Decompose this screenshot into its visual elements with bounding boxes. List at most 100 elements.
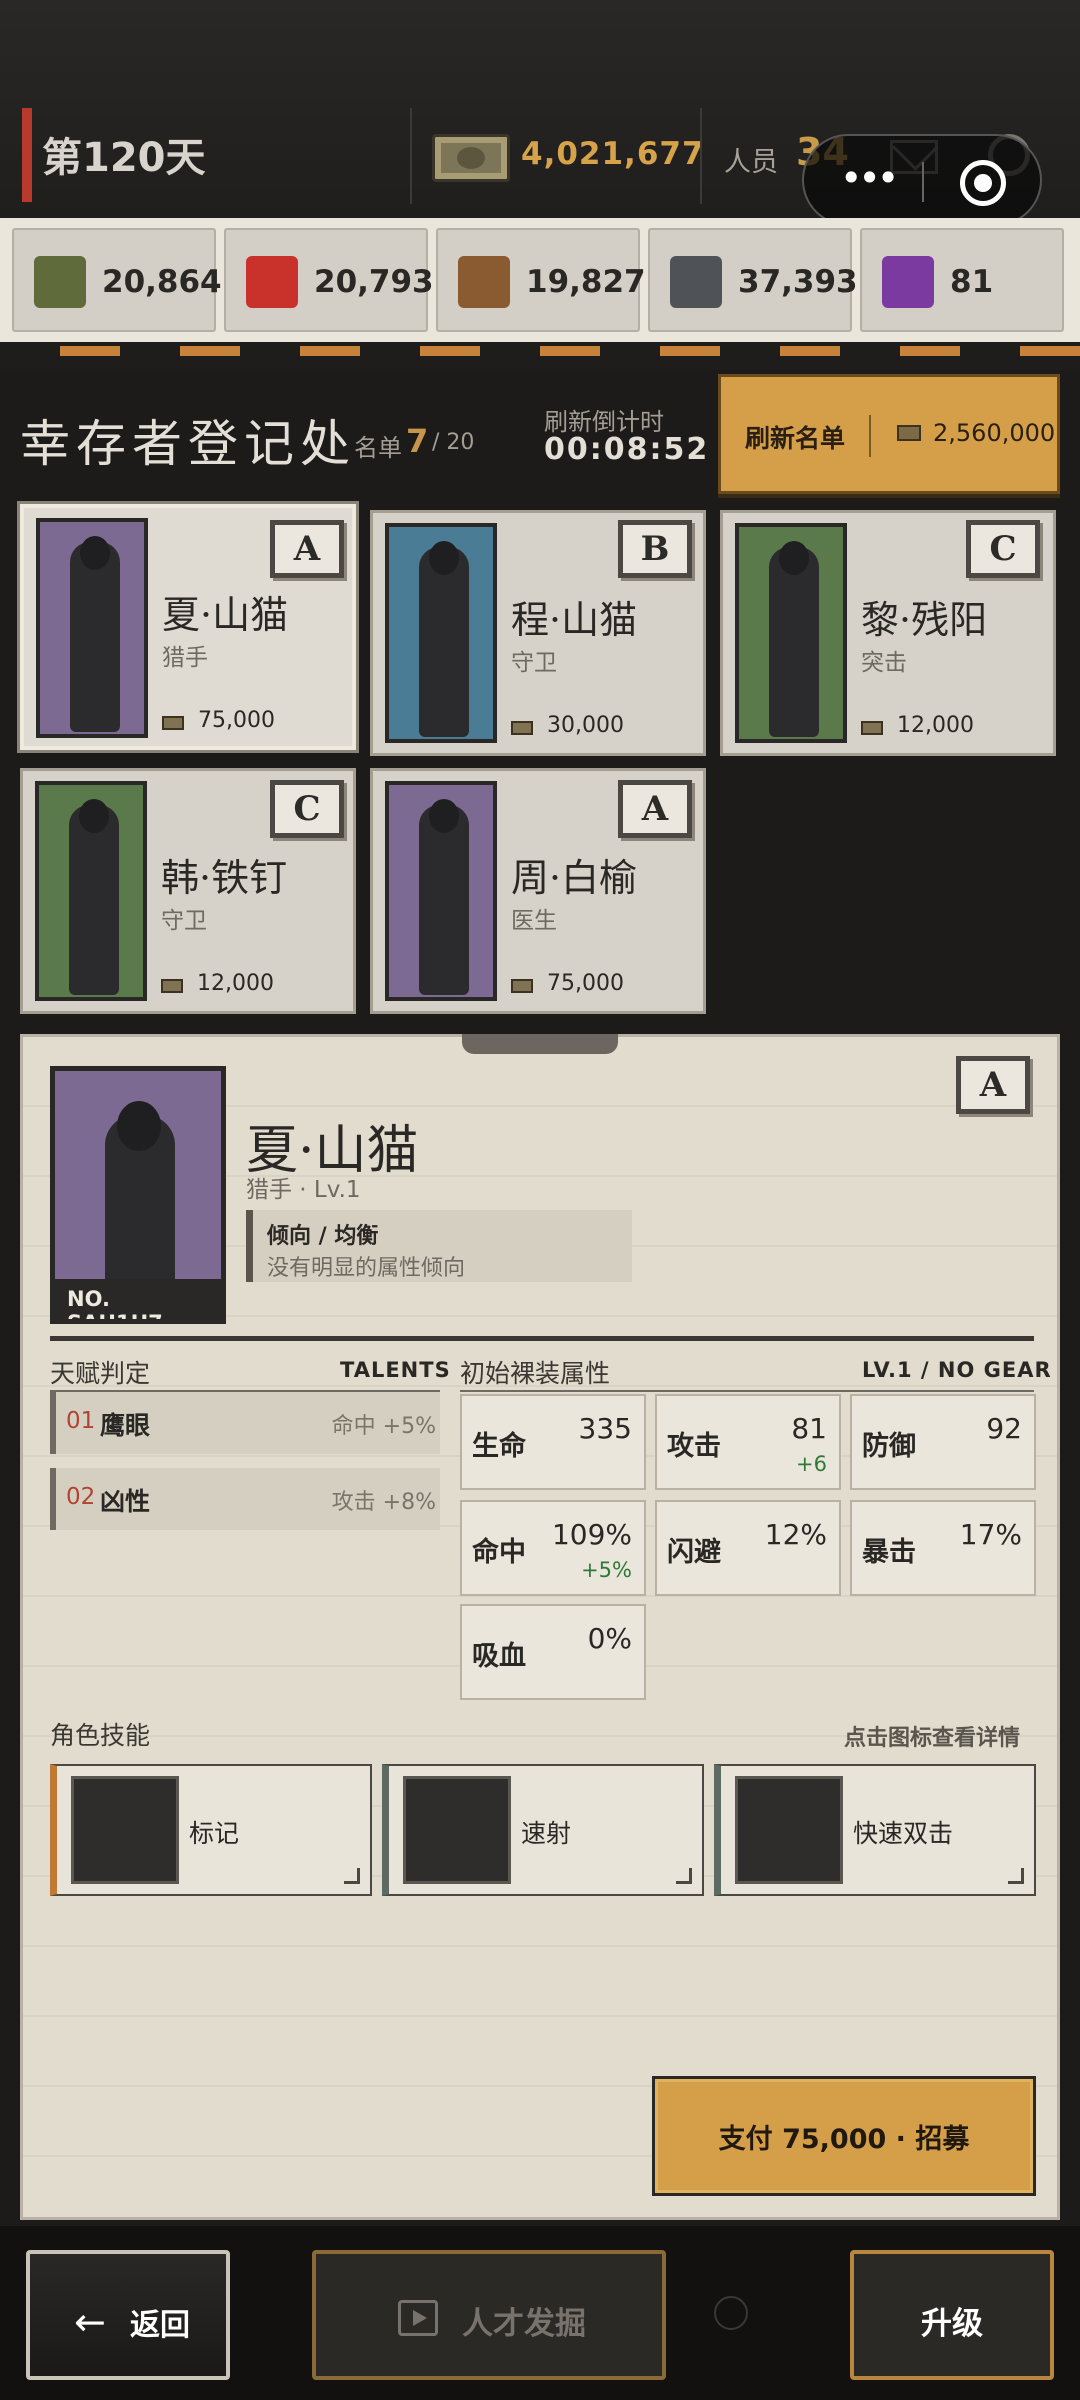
resource-value: 20,864: [102, 264, 222, 300]
list-total: / 20: [432, 430, 475, 455]
skill-name: 标记: [189, 1819, 240, 1848]
stat-value: 81: [791, 1412, 827, 1445]
panel-handle[interactable]: [462, 1034, 618, 1054]
stat-box: 攻击 81 +6: [655, 1394, 841, 1490]
detail-role-level: 猎手 · Lv.1: [246, 1177, 361, 1203]
divider: [410, 108, 412, 204]
candidate-name: 周·白榆: [511, 856, 638, 900]
skills-title: 角色技能: [50, 1721, 151, 1750]
candidate-role: 医生: [511, 908, 557, 934]
talent-row[interactable]: 01 鹰眼 命中 +5%: [50, 1392, 440, 1454]
stat-name: 生命: [472, 1431, 526, 1462]
grade-badge: A: [956, 1056, 1030, 1114]
tendency-box: 倾向 / 均衡 没有明显的属性倾向: [246, 1210, 632, 1282]
skill-card[interactable]: 快速双击: [714, 1764, 1036, 1896]
wood-planks-icon: [458, 256, 510, 308]
talents-title: 天赋判定: [50, 1359, 151, 1388]
resource-value: 81: [950, 264, 994, 300]
candidate-price: 75,000: [547, 971, 624, 996]
crosshair-mark-icon[interactable]: [71, 1776, 179, 1884]
hazard-stripe: [0, 342, 1080, 370]
stat-name: 吸血: [472, 1641, 526, 1672]
divider: [50, 1336, 1034, 1341]
video-play-icon: [398, 2300, 438, 2336]
skill-name: 速射: [521, 1819, 572, 1848]
resource-value: 37,393: [738, 264, 858, 300]
candidate-price: 75,000: [198, 708, 275, 733]
close-target-icon[interactable]: [960, 160, 1006, 206]
grade-badge: A: [270, 520, 344, 578]
stat-name: 防御: [862, 1431, 916, 1462]
countdown-timer: 00:08:52: [544, 432, 710, 467]
stat-bonus: +5%: [581, 1558, 632, 1582]
info-icon[interactable]: [714, 2296, 748, 2330]
upgrade-button[interactable]: 升级: [850, 2250, 1054, 2380]
talent-name: 鹰眼: [100, 1411, 151, 1440]
stats-title: 初始裸装属性: [460, 1359, 611, 1388]
resource-wood-planks: 19,827: [436, 228, 646, 332]
candidate-portrait: [35, 781, 147, 1001]
cash-icon: [861, 721, 883, 735]
refresh-list-button[interactable]: 刷新名单 2,560,000: [718, 374, 1060, 494]
corner-marker: [344, 1868, 360, 1884]
talent-effect: 命中 +5%: [331, 1414, 436, 1439]
grade-badge: B: [618, 520, 692, 578]
talent-index: 01: [66, 1408, 96, 1434]
stats-en: LV.1 / NO GEAR: [862, 1358, 1052, 1382]
stat-value: 17%: [959, 1518, 1022, 1551]
back-button[interactable]: ← 返回: [26, 2250, 230, 2380]
stat-box: 生命 335: [460, 1394, 646, 1490]
gear-chip-icon: [882, 256, 934, 308]
pistol-rapid-icon[interactable]: [403, 1776, 511, 1884]
detail-portrait: NO. SAH1H7: [50, 1066, 226, 1324]
more-menu-icon[interactable]: •••: [840, 159, 899, 197]
cash-stack-icon: [432, 134, 510, 182]
stat-box: 吸血 0%: [460, 1604, 646, 1700]
stat-box: 暴击 17%: [850, 1500, 1036, 1596]
stat-name: 闪避: [667, 1537, 721, 1568]
skill-card[interactable]: 标记: [50, 1764, 372, 1896]
skills-hint: 点击图标查看详情: [844, 1726, 1021, 1751]
stat-box: 防御 92: [850, 1394, 1036, 1490]
tendency-desc: 没有明显的属性倾向: [267, 1256, 466, 1281]
divider: [700, 108, 702, 204]
candidate-role: 守卫: [511, 650, 557, 676]
resource-medkit: 20,793: [224, 228, 434, 332]
candidate-role: 猎手: [162, 645, 208, 671]
candidate-name: 黎·残阳: [861, 598, 988, 642]
candidate-price: 12,000: [897, 713, 974, 738]
candidate-portrait: [385, 781, 497, 1001]
resource-grain-can: 20,864: [12, 228, 222, 332]
candidate-name: 程·山猫: [511, 598, 638, 642]
stat-bonus: +6: [796, 1452, 827, 1476]
stat-name: 暴击: [862, 1537, 916, 1568]
candidate-role: 守卫: [161, 908, 207, 934]
candidate-portrait: [36, 518, 148, 738]
stat-value: 335: [578, 1412, 632, 1445]
stat-box: 命中 109% +5%: [460, 1500, 646, 1596]
recruit-button[interactable]: 支付 75,000 · 招募: [652, 2076, 1036, 2196]
candidate-portrait: [385, 523, 497, 743]
refresh-cost: 2,560,000: [933, 419, 1056, 447]
cash-icon: [511, 979, 533, 993]
tendency-title: 倾向 / 均衡: [267, 1224, 379, 1249]
candidate-role: 突击: [861, 650, 907, 676]
stat-value: 109%: [551, 1518, 632, 1551]
stat-value: 0%: [587, 1622, 632, 1655]
pistol-double-icon[interactable]: [735, 1776, 843, 1884]
serial-number: NO. SAH1H7: [55, 1279, 221, 1319]
candidate-portrait: [735, 523, 847, 743]
stat-box: 闪避 12%: [655, 1500, 841, 1596]
talent-effect: 攻击 +8%: [331, 1490, 436, 1515]
day-marker: [22, 108, 32, 202]
cash-icon: [511, 721, 533, 735]
candidate-name: 韩·铁钉: [161, 856, 288, 900]
medkit-icon: [246, 256, 298, 308]
resource-value: 19,827: [526, 264, 646, 300]
skill-card[interactable]: 速射: [382, 1764, 704, 1896]
talent-row[interactable]: 02 凶性 攻击 +8%: [50, 1468, 440, 1530]
registry-title: 幸存者登记处: [20, 415, 356, 473]
grade-badge: C: [966, 520, 1040, 578]
talent-discovery-button[interactable]: 人才发掘: [312, 2250, 666, 2380]
corner-marker: [1008, 1868, 1024, 1884]
